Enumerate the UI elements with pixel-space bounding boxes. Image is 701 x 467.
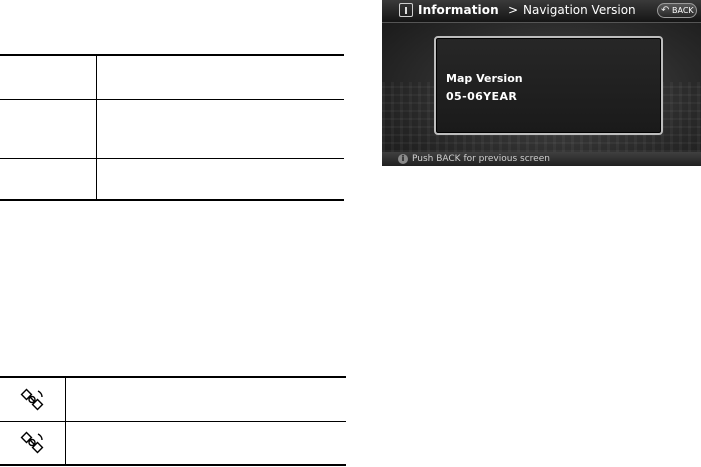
back-button-label: BACK: [672, 6, 694, 15]
screen-title: Information: [418, 3, 499, 17]
table-row: [0, 422, 346, 464]
map-version-value: 05-06YEAR: [446, 90, 518, 103]
manual-table-2: [0, 376, 346, 466]
screen-subtitle: Navigation Version: [523, 3, 636, 17]
back-arrow-icon: ↶: [661, 5, 670, 16]
status-text: Push BACK for previous screen: [412, 154, 550, 164]
satellite-icon: [20, 388, 44, 411]
status-bar: i Push BACK for previous screen: [382, 152, 701, 166]
info-circle-icon: i: [398, 154, 408, 164]
navigation-version-screen: Information > Navigation Version ↶ BACK …: [382, 0, 701, 166]
breadcrumb-separator: >: [508, 3, 519, 17]
table-row: [0, 378, 346, 422]
table-row: [0, 159, 344, 199]
manual-table-1: [0, 54, 344, 201]
title-bar: Information > Navigation Version ↶ BACK: [382, 0, 701, 23]
back-button[interactable]: ↶ BACK: [657, 3, 697, 18]
version-panel: Map Version 05-06YEAR: [434, 36, 663, 135]
info-box-icon: [399, 3, 413, 17]
column-divider: [96, 56, 97, 199]
column-divider: [65, 378, 66, 464]
table-row: [0, 56, 344, 100]
map-version-label: Map Version: [446, 72, 523, 85]
satellite-icon: [20, 431, 44, 454]
table-row: [0, 100, 344, 159]
